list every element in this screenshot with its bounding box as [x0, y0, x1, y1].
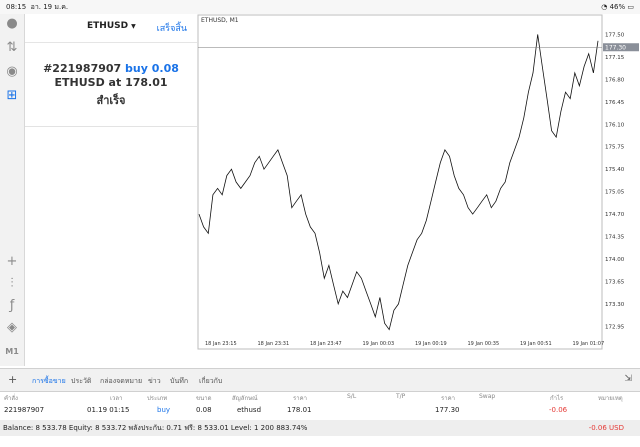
timeframe-icon[interactable]: M1	[4, 344, 20, 360]
time-tick-label: 18 Jan 23:47	[310, 341, 342, 347]
price-tick-label: 172.95	[605, 324, 625, 330]
total-profit: -0.06 USD	[588, 424, 624, 432]
price-tick-label: 173.30	[605, 302, 625, 308]
done-button[interactable]: เสร็จสิ้น	[157, 21, 187, 35]
chat-icon[interactable]: ◉	[4, 64, 20, 80]
trade-icon[interactable]: ⇅	[4, 40, 20, 56]
result-line-2: ETHUSD at 178.01	[54, 76, 168, 89]
chart-svg: ETHUSD, M1 177.50 177.15 176.80 176.45 176.1…	[197, 14, 639, 350]
tab-trade[interactable]: การซื้อขาย	[32, 376, 66, 387]
objects-icon[interactable]: ◈	[4, 320, 20, 336]
balance-bar: Balance: 8 533.78 Equity: 8 533.72 พลังป…	[0, 420, 640, 436]
price-tick-label: 175.75	[605, 145, 625, 151]
price-tick-label: 174.70	[605, 212, 625, 218]
result-status: สำเร็จ	[96, 94, 126, 107]
table-row[interactable]: 221987907 01.19 01:15 buy 0.08 ethusd 17…	[0, 404, 640, 418]
home-indicator-area	[0, 436, 640, 447]
table-header: คำสั่ง เวลา ประเภท ขนาด สัญลักษณ์ ราคา S…	[4, 393, 623, 402]
chart-type-icon[interactable]: ⫶	[4, 276, 20, 292]
price-tick-label: 176.10	[605, 122, 625, 128]
tab-news[interactable]: ข่าว	[148, 376, 161, 387]
status-bar: 08:15 อา. 19 ม.ค. ◔ 46% ▭	[0, 0, 640, 14]
tab-about[interactable]: เกี่ยวกับ	[199, 376, 222, 387]
order-panel-header: ETHUSD ▼ เสร็จสิ้น	[25, 14, 197, 43]
account-icon[interactable]: ●	[4, 16, 20, 32]
price-tick-label: 174.00	[605, 257, 625, 263]
tab-history[interactable]: ประวัติ	[71, 376, 91, 387]
price-tick-label: 176.45	[605, 100, 625, 106]
price-tick-label: 173.65	[605, 279, 625, 285]
price-tick-label: 175.40	[605, 167, 625, 173]
time-tick-label: 19 Jan 01:07	[573, 341, 605, 347]
terminal-tabbar: + การซื้อขาย ประวัติ กล่องจดหมาย ข่าว บั…	[0, 368, 640, 392]
left-toolbar: ● ⇅ ◉ ⊞ + ⫶ ƒ ◈ M1	[0, 14, 25, 366]
time-tick-label: 19 Jan 00:19	[415, 341, 447, 347]
price-tick-label: 174.35	[605, 235, 625, 241]
expand-icon[interactable]: ⇲	[624, 374, 632, 384]
order-panel: ETHUSD ▼ เสร็จสิ้น #221987907 buy 0.08 ET…	[25, 14, 197, 127]
time-tick-label: 18 Jan 23:15	[205, 341, 237, 347]
chart-title: ETHUSD, M1	[201, 17, 239, 24]
new-order-icon[interactable]: ⊞	[4, 88, 20, 104]
current-price-label: 177.30	[605, 44, 626, 51]
price-tick-label: 175.05	[605, 190, 625, 196]
time-tick-label: 19 Jan 00:51	[520, 341, 552, 347]
time-tick-label: 19 Jan 00:03	[363, 341, 395, 347]
price-chart[interactable]: ETHUSD, M1 177.50 177.15 176.80 176.45 176.1…	[197, 14, 640, 366]
price-tick-label: 177.15	[605, 55, 625, 61]
balance-summary: Balance: 8 533.78 Equity: 8 533.72 พลังป…	[3, 424, 308, 432]
crosshair-icon[interactable]: +	[4, 254, 20, 270]
price-tick-label: 177.50	[605, 32, 625, 38]
battery-indicator: ◔ 46% ▭	[601, 3, 634, 11]
add-icon[interactable]: +	[8, 373, 17, 386]
indicator-icon[interactable]: ƒ	[4, 298, 20, 314]
price-tick-label: 176.80	[605, 77, 625, 83]
tab-mailbox[interactable]: กล่องจดหมาย	[100, 376, 142, 387]
tab-journal[interactable]: บันทึก	[170, 376, 188, 387]
symbol-select[interactable]: ETHUSD ▼	[87, 21, 136, 31]
time-tick-label: 19 Jan 00:35	[468, 341, 500, 347]
price-axis: 177.50 177.15 176.80 176.45 176.10 175.75 175.…	[605, 32, 625, 330]
status-time-date: 08:15 อา. 19 ม.ค.	[6, 3, 69, 11]
time-tick-label: 18 Jan 23:31	[258, 341, 290, 347]
chevron-down-icon: ▼	[131, 23, 136, 30]
result-line-1: #221987907 buy 0.08	[43, 62, 179, 75]
